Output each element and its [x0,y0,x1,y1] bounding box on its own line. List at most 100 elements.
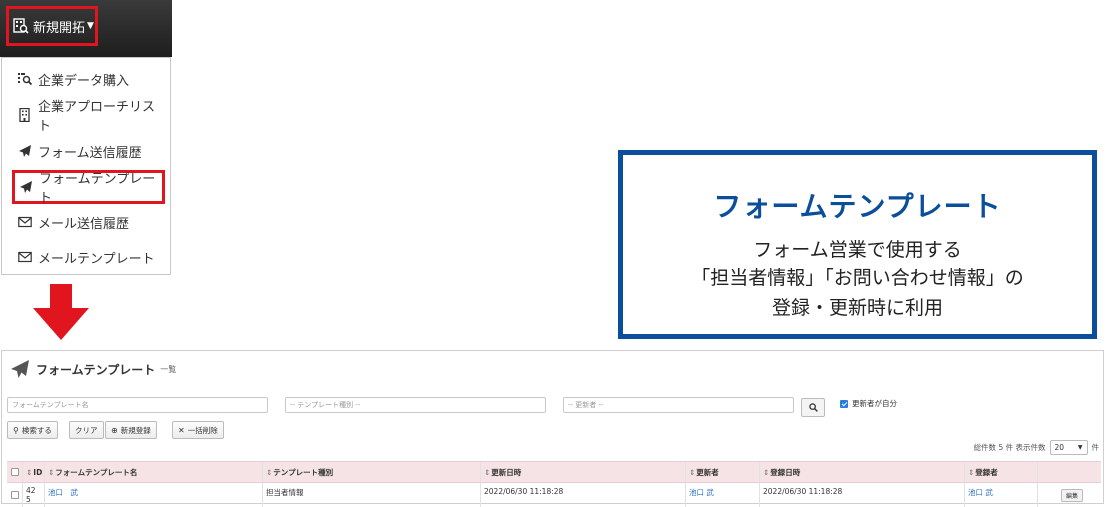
row-updated-at: 2022/06/30 11:18:28 [481,483,686,507]
sort-icon: ⇕ [968,467,975,477]
row-template-type: 担当者情報 [263,483,481,507]
row-updater: 池口 武 [686,483,760,507]
col-template-type-label: テンプレート種別 [273,467,334,477]
building-search-icon [13,18,29,34]
page-title-text: フォームテンプレート [36,362,156,377]
page-size-select[interactable]: 20 ▼ [1049,440,1088,455]
page-size-value: 20 [1054,443,1065,452]
page-subtitle: 一覧 [160,364,177,374]
search-icon-button[interactable] [801,398,825,417]
edit-button[interactable]: 編集 [1061,488,1084,502]
menu-item-label: メール送信履歴 [38,216,130,232]
pagination-summary: 総件数 5 件 表示件数 20 ▼ 件 [974,440,1099,455]
search-button-label: 検索する [21,425,52,435]
callout-line-2: 「担当者情報」「お問い合わせ情報」の [691,267,1024,289]
callout-line-3: 登録・更新時に利用 [771,297,943,319]
col-created-at-label: 登録日時 [770,467,801,477]
search-button[interactable]: ⚲ 検索する [7,421,58,439]
table-row: 42 5 池口 武 担当者情報 2022/06/30 11:18:28 池口 武… [7,483,1101,507]
checkbox-checked[interactable] [840,399,848,408]
select-all-checkbox[interactable] [10,468,19,476]
new-development-dropdown: 企業データ購入 企業アプローチリスト フォーム送信履歴 フォームテンプレート メ… [1,57,171,275]
row-select-cell [7,483,23,507]
search-icon: ⚲ [13,425,19,435]
col-updater[interactable]: ⇕ 更新者 [686,462,760,482]
menu-item-company-approach-list[interactable]: 企業アプローチリスト [12,100,162,134]
total-count-label: 総件数 5 件 表示件数 [973,443,1046,452]
menu-item-label: 企業アプローチリスト [38,100,156,134]
updater-is-self-label: 更新者が自分 [852,399,897,408]
menu-item-label: 企業データ購入 [38,73,130,89]
new-development-menu-button[interactable]: 新規開拓 ▼ [6,6,98,46]
template-name-placeholder: フォームテンプレート名 [12,401,89,409]
paper-plane-icon [11,360,29,378]
sort-icon: ⇕ [484,467,491,477]
updater-is-self-checkbox[interactable]: 更新者が自分 [840,398,897,409]
bulk-delete-button-label: 一括削除 [187,425,218,435]
row-template-name: 池口 武 [45,483,263,507]
row-id-line-1: 42 [26,486,36,495]
menu-item-label: メールテンプレート [38,251,155,267]
col-updated-at-label: 更新日時 [491,467,522,477]
col-actions [1038,462,1101,482]
callout-line-1: フォーム営業で使用する [753,239,962,261]
updater-select[interactable]: -- 更新者 -- [563,397,794,413]
col-template-name-label: フォームテンプレート名 [55,467,138,477]
table-header-row: ⇕ ID ⇕ フォームテンプレート名 ⇕ テンプレート種別 ⇕ 更新日時 ⇕ 更新者 ⇕ 登… [7,461,1101,483]
sort-icon: ⇕ [689,467,696,477]
menu-item-label: フォームテンプレート [39,172,156,206]
col-updater-label: 更新者 [696,467,719,477]
clear-button-label: クリア [75,425,98,435]
col-id-label: ID [33,467,43,477]
menu-item-form-template[interactable]: フォームテンプレート [12,170,165,206]
menu-item-mail-send-history[interactable]: メール送信履歴 [12,207,162,237]
clear-button[interactable]: クリア [69,421,104,439]
close-icon: ✕ [178,425,185,435]
row-created-at: 2022/06/30 11:18:28 [760,483,965,507]
menu-item-form-send-history[interactable]: フォーム送信履歴 [12,136,162,166]
col-template-name[interactable]: ⇕ フォームテンプレート名 [45,462,263,482]
top-navbar: 新規開拓 ▼ [0,0,172,57]
envelope-icon [18,251,32,263]
col-creator[interactable]: ⇕ 登録者 [965,462,1038,482]
row-id: 42 5 [23,483,45,507]
page-size-unit: 件 [1091,443,1100,452]
updater-placeholder: -- 更新者 -- [568,401,604,409]
search-icon [808,403,818,412]
template-name-input[interactable]: フォームテンプレート名 [7,397,268,413]
col-template-type[interactable]: ⇕ テンプレート種別 [263,462,481,482]
creator-link[interactable]: 池口 武 [968,487,993,498]
sort-icon: ⇕ [26,467,33,477]
bulk-delete-button[interactable]: ✕ 一括削除 [172,421,224,439]
template-type-select[interactable]: -- テンプレート種別 -- [285,397,546,413]
menu-item-mail-template[interactable]: メールテンプレート [12,242,162,272]
template-type-placeholder: -- テンプレート種別 -- [290,401,361,409]
list-search-icon [18,73,32,86]
envelope-icon [18,216,32,228]
col-id[interactable]: ⇕ ID [23,462,45,482]
down-arrow-icon [33,284,89,340]
select-all-cell [7,462,23,482]
menu-item-label: フォーム送信履歴 [38,145,142,161]
page-title: フォームテンプレート 一覧 [10,359,176,379]
feature-callout: フォームテンプレート フォーム営業で使用する 「担当者情報」「お問い合わせ情報」… [618,150,1097,339]
sort-icon: ⇕ [763,467,770,477]
row-creator: 池口 武 [965,483,1038,507]
callout-title: フォームテンプレート [713,190,1002,223]
plus-circle-icon: ⊕ [111,425,118,435]
new-register-button[interactable]: ⊕ 新規登録 [105,421,157,439]
new-register-button-label: 新規登録 [120,425,151,435]
row-checkbox[interactable] [10,491,19,499]
template-name-link[interactable]: 池口 武 [48,487,78,498]
col-updated-at[interactable]: ⇕ 更新日時 [481,462,686,482]
sort-icon: ⇕ [266,467,273,477]
row-id-line-2: 5 [26,495,31,504]
new-development-label: 新規開拓 [33,20,86,36]
row-actions: 編集 [1038,483,1101,507]
col-creator-label: 登録者 [975,467,998,477]
paper-plane-icon [20,181,32,193]
chevron-down-icon: ▼ [1077,444,1083,451]
col-created-at[interactable]: ⇕ 登録日時 [760,462,965,482]
menu-item-company-data-purchase[interactable]: 企業データ購入 [12,64,162,94]
updater-link[interactable]: 池口 武 [689,487,714,498]
